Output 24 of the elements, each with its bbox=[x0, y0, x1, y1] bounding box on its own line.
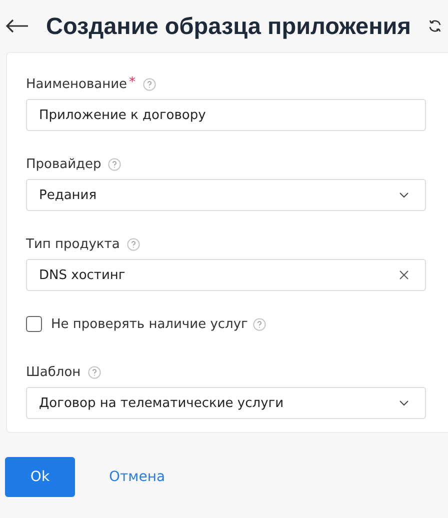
back-arrow-icon[interactable] bbox=[5, 19, 29, 33]
checkbox[interactable] bbox=[26, 316, 42, 332]
chevron-down-icon bbox=[399, 400, 409, 406]
text-field[interactable]: Приложение к договору bbox=[26, 99, 426, 131]
help-icon[interactable] bbox=[142, 78, 156, 90]
checkbox-label: Не проверять наличие услуг bbox=[51, 316, 248, 332]
page-title: Создание образца приложения bbox=[46, 12, 411, 40]
select-field[interactable]: Договор на телематические услуги bbox=[26, 387, 426, 419]
help-icon[interactable] bbox=[126, 238, 140, 250]
clear-icon[interactable] bbox=[399, 270, 409, 280]
field-label: Провайдер bbox=[26, 156, 102, 172]
cancel-button[interactable]: Отмена bbox=[95, 461, 180, 493]
select-field[interactable]: Редания bbox=[26, 179, 426, 211]
help-icon[interactable] bbox=[108, 158, 122, 170]
chevron-down-icon bbox=[399, 192, 409, 198]
field-label: Шаблон bbox=[26, 364, 81, 380]
required-mark: * bbox=[129, 75, 136, 90]
field-label: Наименование bbox=[26, 76, 128, 92]
help-icon[interactable] bbox=[252, 318, 266, 330]
help-icon[interactable] bbox=[88, 366, 101, 378]
select-field[interactable]: DNS хостинг bbox=[26, 259, 426, 291]
ok-button[interactable]: Ok bbox=[5, 457, 75, 497]
field-label: Тип продукта bbox=[26, 236, 120, 252]
refresh-icon[interactable] bbox=[426, 18, 443, 34]
